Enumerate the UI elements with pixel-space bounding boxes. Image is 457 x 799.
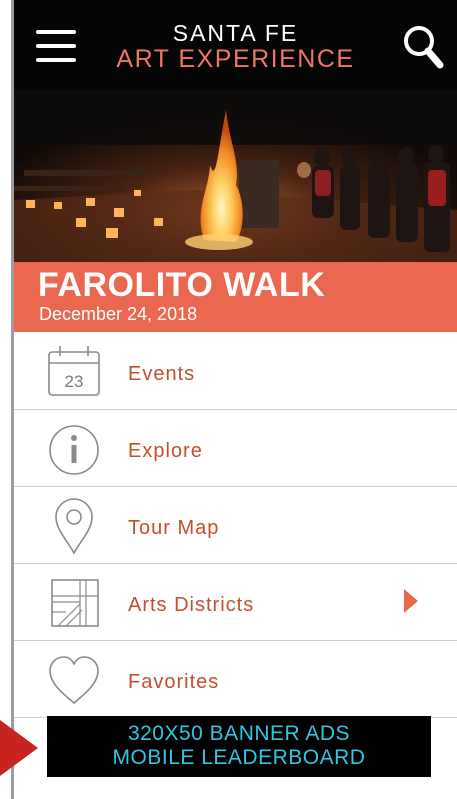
pointer-arrow-icon [0,718,40,778]
banner-ad-line2: MOBILE LEADERBOARD [112,746,366,769]
calendar-icon: 23 [44,341,104,401]
menu-item-events[interactable]: 23 Events [14,333,457,410]
menu-item-label-arts-districts: Arts Districts [128,594,255,616]
featured-event-date: December 24, 2018 [39,304,198,324]
search-icon[interactable] [402,24,446,72]
banner-ad-line1: 320X50 BANNER ADS [127,722,351,745]
banner-ad[interactable]: 320X50 BANNER ADS MOBILE LEADERBOARD [47,716,431,777]
menu-item-label-events: Events [128,363,196,385]
district-map-icon [44,572,104,632]
menu-item-favorites[interactable]: Favorites [14,641,457,718]
calendar-icon-day: 23 [65,372,84,391]
menu-item-label-favorites: Favorites [128,671,220,693]
info-icon [44,418,104,478]
top-bar: SANTA FE ART EXPERIENCE [14,0,457,90]
app-screen: SANTA FE ART EXPERIENCE FAROLITO WALK De… [14,0,457,799]
menu-item-explore[interactable]: Explore [14,410,457,487]
menu-item-label-explore: Explore [128,440,203,462]
main-menu: 23 Events Explore Tour Map Arts District… [14,333,457,718]
featured-event-photo[interactable] [14,90,457,262]
heart-icon [44,649,104,709]
featured-event-banner[interactable]: FAROLITO WALK December 24, 2018 [14,262,457,332]
app-title-line2: ART EXPERIENCE [116,45,355,73]
menu-item-tour-map[interactable]: Tour Map [14,487,457,564]
map-pin-icon [44,495,104,555]
app-title-line1: SANTA FE [172,20,299,46]
menu-item-arts-districts[interactable]: Arts Districts [14,564,457,641]
featured-event-title: FAROLITO WALK [38,266,326,304]
chevron-right-icon [404,589,418,613]
menu-item-label-tour-map: Tour Map [128,517,220,539]
